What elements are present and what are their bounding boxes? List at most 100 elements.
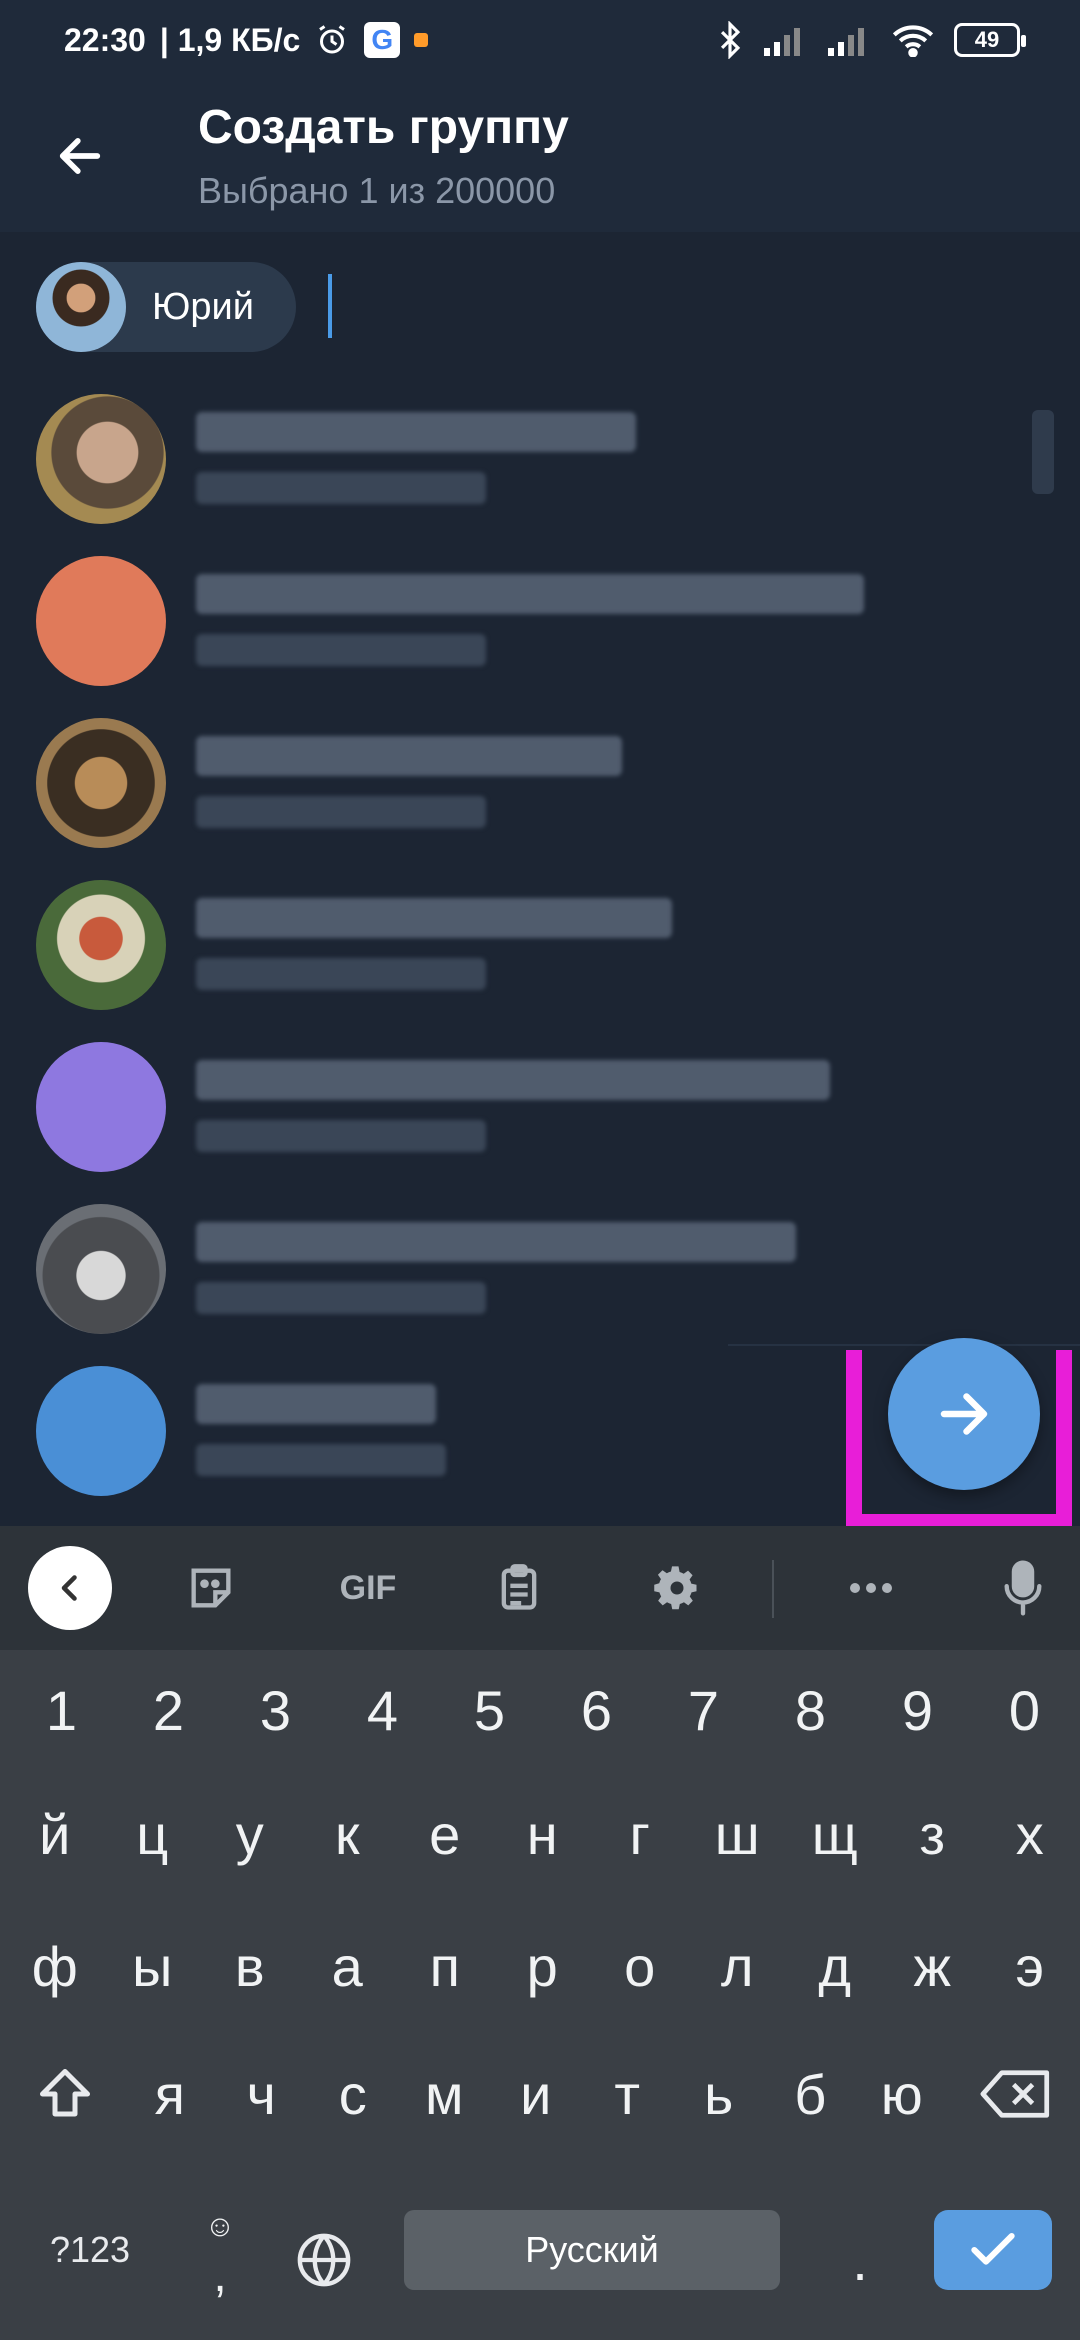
selected-members-bar[interactable]: Юрий xyxy=(0,232,1080,382)
enter-key[interactable] xyxy=(934,2210,1052,2290)
key-г[interactable]: г xyxy=(591,1774,689,1894)
next-button[interactable] xyxy=(888,1338,1040,1490)
emoji-comma-key[interactable]: ☺ , xyxy=(180,2196,260,2316)
keyboard-collapse-button[interactable] xyxy=(28,1546,112,1630)
key-4[interactable]: 4 xyxy=(329,1650,436,1770)
emoji-icon: ☺ xyxy=(204,2210,236,2243)
keyboard-keys: 1234567890 йцукенгшщзх фывапролджэ ячсми… xyxy=(0,1650,1080,2340)
period-key[interactable]: . xyxy=(820,2200,900,2320)
more-icon xyxy=(850,1583,892,1593)
shift-icon xyxy=(40,2069,90,2117)
language-key[interactable] xyxy=(284,2200,364,2320)
google-icon: G xyxy=(364,22,401,58)
avatar xyxy=(36,1366,166,1496)
key-ю[interactable]: ю xyxy=(856,2034,948,2154)
list-item[interactable] xyxy=(0,706,1080,868)
key-э[interactable]: э xyxy=(981,1906,1079,2026)
avatar xyxy=(36,394,166,524)
page-subtitle: Выбрано 1 из 200000 xyxy=(198,170,556,211)
avatar xyxy=(36,1042,166,1172)
backspace-icon xyxy=(980,2070,1050,2118)
key-1[interactable]: 1 xyxy=(8,1650,115,1770)
status-bar: 22:30 | 1,9 КБ/с G 49 xyxy=(0,0,1080,80)
chevron-left-icon xyxy=(61,1575,77,1601)
shift-key[interactable] xyxy=(20,2034,110,2154)
key-8[interactable]: 8 xyxy=(757,1650,864,1770)
key-ы[interactable]: ы xyxy=(104,1906,202,2026)
key-и[interactable]: и xyxy=(490,2034,582,2154)
key-з[interactable]: з xyxy=(884,1774,982,1894)
avatar xyxy=(36,262,126,352)
contact-status-blurred xyxy=(196,796,486,828)
key-ф[interactable]: ф xyxy=(6,1906,104,2026)
settings-button[interactable] xyxy=(632,1526,722,1650)
contact-status-blurred xyxy=(196,472,486,504)
key-о[interactable]: о xyxy=(591,1906,689,2026)
key-м[interactable]: м xyxy=(399,2034,491,2154)
key-ц[interactable]: ц xyxy=(104,1774,202,1894)
contact-name-blurred xyxy=(196,1384,436,1424)
key-т[interactable]: т xyxy=(582,2034,674,2154)
more-button[interactable] xyxy=(826,1526,916,1650)
list-item[interactable] xyxy=(0,1192,1080,1354)
clipboard-button[interactable] xyxy=(474,1526,564,1650)
key-0[interactable]: 0 xyxy=(971,1650,1078,1770)
key-д[interactable]: д xyxy=(786,1906,884,2026)
contact-name-blurred xyxy=(196,412,636,452)
wifi-icon xyxy=(892,23,934,57)
key-у[interactable]: у xyxy=(201,1774,299,1894)
sticker-button[interactable] xyxy=(166,1526,256,1650)
list-item[interactable] xyxy=(0,1030,1080,1192)
key-н[interactable]: н xyxy=(494,1774,592,1894)
app-screen: { "status_bar": { "time": "22:30", "spee… xyxy=(0,0,1080,2340)
back-button[interactable] xyxy=(40,116,120,196)
key-row-1: йцукенгшщзх xyxy=(0,1774,1080,1894)
avatar xyxy=(36,718,166,848)
battery-level: 49 xyxy=(974,27,1000,52)
key-ж[interactable]: ж xyxy=(884,1906,982,2026)
key-ь[interactable]: ь xyxy=(673,2034,765,2154)
key-5[interactable]: 5 xyxy=(436,1650,543,1770)
key-л[interactable]: л xyxy=(689,1906,787,2026)
symbols-key[interactable]: ?123 xyxy=(40,2210,140,2290)
key-б[interactable]: б xyxy=(765,2034,857,2154)
contact-status-blurred xyxy=(196,1120,486,1152)
key-п[interactable]: п xyxy=(396,1906,494,2026)
gif-button[interactable]: GIF xyxy=(318,1526,418,1650)
network-speed: | 1,9 КБ/с xyxy=(159,21,301,58)
key-я[interactable]: я xyxy=(124,2034,216,2154)
list-item[interactable] xyxy=(0,544,1080,706)
key-row-3: ячсмитьбю xyxy=(0,2034,1080,2154)
selected-contact-chip[interactable]: Юрий xyxy=(36,262,296,352)
list-item[interactable] xyxy=(0,868,1080,1030)
search-input-cursor[interactable] xyxy=(328,274,332,338)
key-7[interactable]: 7 xyxy=(650,1650,757,1770)
key-р[interactable]: р xyxy=(494,1906,592,2026)
key-row-2: фывапролджэ xyxy=(0,1906,1080,2026)
key-6[interactable]: 6 xyxy=(543,1650,650,1770)
key-к[interactable]: к xyxy=(299,1774,397,1894)
bluetooth-icon xyxy=(716,21,744,59)
key-ш[interactable]: ш xyxy=(689,1774,787,1894)
alarm-icon xyxy=(314,22,350,58)
microphone-icon xyxy=(1004,1560,1042,1616)
key-с[interactable]: с xyxy=(307,2034,399,2154)
key-9[interactable]: 9 xyxy=(864,1650,971,1770)
gear-icon xyxy=(654,1566,697,1610)
key-ч[interactable]: ч xyxy=(216,2034,308,2154)
key-в[interactable]: в xyxy=(201,1906,299,2026)
backspace-key[interactable] xyxy=(966,2034,1066,2154)
key-й[interactable]: й xyxy=(6,1774,104,1894)
key-2[interactable]: 2 xyxy=(115,1650,222,1770)
key-а[interactable]: а xyxy=(299,1906,397,2026)
voice-input-button[interactable] xyxy=(978,1526,1068,1650)
key-х[interactable]: х xyxy=(981,1774,1079,1894)
contact-name-blurred xyxy=(196,1060,830,1100)
key-щ[interactable]: щ xyxy=(786,1774,884,1894)
key-3[interactable]: 3 xyxy=(222,1650,329,1770)
key-е[interactable]: е xyxy=(396,1774,494,1894)
space-key[interactable]: Русский xyxy=(404,2210,780,2290)
globe-icon xyxy=(297,2233,351,2287)
list-item[interactable] xyxy=(0,382,1080,544)
arrow-right-icon xyxy=(940,1393,988,1435)
